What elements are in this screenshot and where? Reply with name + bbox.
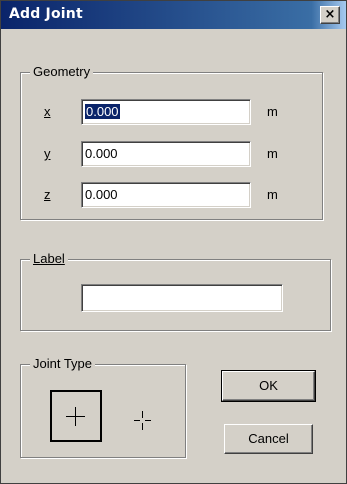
label-group-label: Label (30, 251, 68, 267)
joint-type-large-option[interactable] (50, 390, 102, 442)
add-joint-dialog: Add Joint × Geometry x 0.000 m y 0.000 m… (0, 0, 347, 484)
y-unit: m (267, 146, 278, 161)
y-field[interactable]: 0.000 (81, 141, 251, 167)
joint-type-small-cross-icon (131, 409, 155, 433)
z-label: z (44, 187, 51, 202)
window-title: Add Joint (9, 6, 83, 22)
geometry-group-label: Geometry (30, 64, 94, 80)
x-unit: m (267, 104, 278, 119)
cancel-button[interactable]: Cancel (224, 424, 313, 454)
z-unit: m (267, 187, 278, 202)
z-field[interactable]: 0.000 (81, 182, 251, 208)
ok-button-label: OK (259, 378, 278, 393)
y-label: y (44, 146, 51, 161)
x-field-value: 0.000 (85, 104, 120, 119)
x-field[interactable]: 0.000 (81, 99, 251, 125)
joint-type-group: Joint Type (20, 356, 186, 458)
z-field-value: 0.000 (85, 187, 118, 202)
joint-type-small-option[interactable] (131, 409, 155, 433)
title-bar[interactable]: Add Joint × (1, 1, 346, 29)
y-field-value: 0.000 (85, 146, 118, 161)
close-button[interactable]: × (320, 6, 340, 24)
ok-button[interactable]: OK (221, 370, 316, 402)
cancel-button-label: Cancel (248, 431, 289, 446)
x-label: x (44, 104, 51, 119)
close-icon: × (324, 7, 336, 22)
label-field[interactable] (81, 284, 283, 312)
joint-type-group-label: Joint Type (30, 356, 96, 372)
joint-type-large-cross-icon (52, 392, 100, 440)
